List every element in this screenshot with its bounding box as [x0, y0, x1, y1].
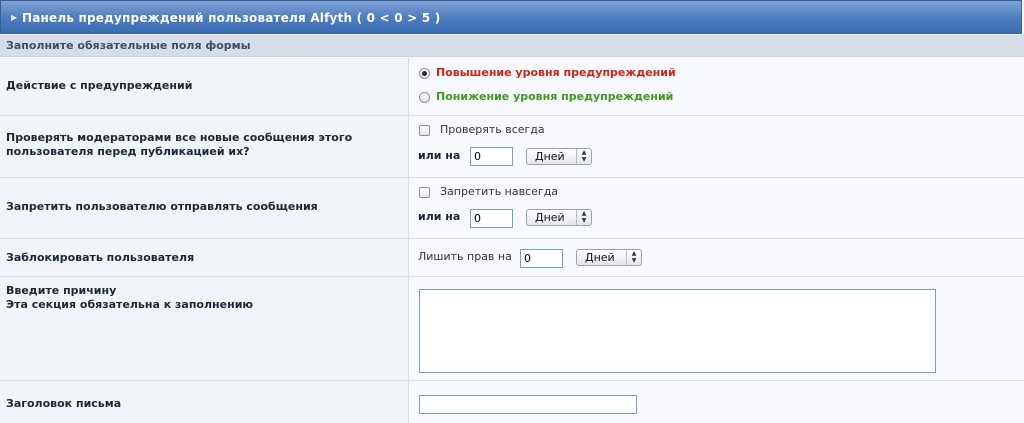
suspend-label: Заблокировать пользователя [6, 251, 195, 264]
reason-textarea[interactable] [419, 289, 936, 373]
moderation-days-input[interactable]: 0 [470, 147, 513, 166]
raise-warn-label[interactable]: Повышение уровня предупреждений [436, 66, 676, 80]
suspend-prefix-label: Лишить прав на [418, 250, 512, 263]
row-mail-subject: Заголовок письма [0, 381, 1024, 423]
row-reason: Введите причину Эта секция обязательна к… [0, 277, 1024, 381]
posting-ban-or-label: или на [418, 210, 461, 223]
mail-subject-input[interactable] [419, 395, 637, 414]
row-moderation: Проверять модераторами все новые сообщен… [0, 116, 1024, 178]
lower-warn-radio[interactable] [419, 92, 430, 103]
suspend-days-input[interactable]: 0 [520, 249, 563, 268]
warn-panel: ▶ Панель предупреждений пользователя Alf… [0, 0, 1024, 423]
reason-required-note: Эта секция обязательна к заполнению [6, 298, 254, 311]
posting-ban-label: Запретить пользователю отправлять сообще… [6, 200, 318, 213]
posting-ban-days-input[interactable]: 0 [470, 209, 513, 228]
lower-warn-label[interactable]: Понижение уровня предупреждений [436, 90, 673, 104]
mail-subject-label: Заголовок письма [6, 397, 122, 410]
moderation-or-label: или на [418, 149, 461, 162]
form-subheader: Заполните обязательные поля формы [0, 35, 1024, 57]
panel-title: Панель предупреждений пользователя Alfyt… [22, 11, 441, 25]
moderation-unit-value: Дней [535, 150, 565, 163]
moderation-unit-select[interactable]: Дней ▲ ▼ [526, 148, 592, 165]
row-suspend: Заблокировать пользователя Лишить прав н… [0, 239, 1024, 277]
moderate-always-label: Проверять всегда [440, 123, 545, 136]
panel-header: ▶ Панель предупреждений пользователя Alf… [0, 0, 1022, 34]
row-posting-ban: Запретить пользователю отправлять сообще… [0, 178, 1024, 239]
updown-arrows-icon: ▲ ▼ [626, 250, 641, 265]
posting-ban-unit-value: Дней [535, 211, 565, 224]
reason-label: Введите причину [6, 284, 117, 297]
updown-arrows-icon: ▲ ▼ [576, 210, 591, 225]
ban-forever-checkbox[interactable] [419, 187, 430, 198]
moderate-always-checkbox[interactable] [419, 125, 430, 136]
moderation-label-line1: Проверять модераторами все новые сообщен… [6, 131, 353, 144]
moderation-label-line2: пользователя перед публикацией их? [6, 145, 250, 158]
warn-action-label: Действие с предупреждений [6, 79, 193, 92]
row-warn-action: Действие с предупреждений Повышение уров… [0, 58, 1024, 116]
updown-arrows-icon: ▲ ▼ [576, 149, 591, 164]
suspend-unit-select[interactable]: Дней ▲ ▼ [576, 249, 642, 266]
suspend-unit-value: Дней [585, 251, 615, 264]
ban-forever-label: Запретить навсегда [440, 185, 559, 198]
triangle-right-icon: ▶ [11, 13, 18, 22]
posting-ban-unit-select[interactable]: Дней ▲ ▼ [526, 209, 592, 226]
raise-warn-radio[interactable] [419, 68, 430, 79]
